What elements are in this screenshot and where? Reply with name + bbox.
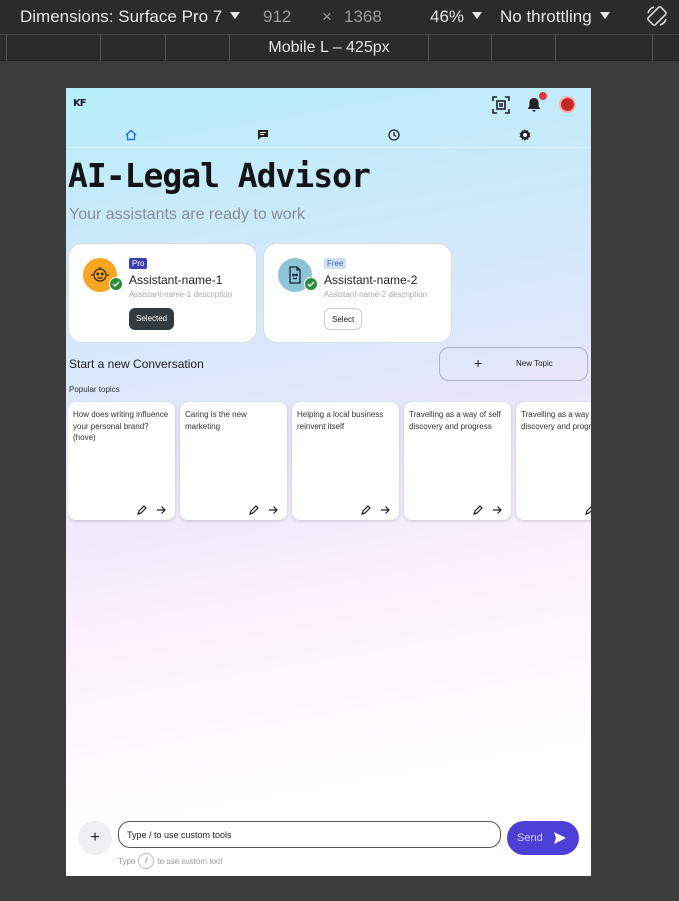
width-input[interactable]: 912 xyxy=(263,7,291,27)
topic-card[interactable]: Travelling as a way of self discovery an… xyxy=(404,402,511,520)
tab-settings[interactable] xyxy=(517,127,533,143)
assistant-card-1[interactable]: Pro Assistant-name-1 Assistant-name-1 de… xyxy=(68,243,257,343)
tab-chat[interactable] xyxy=(255,127,271,143)
device-dimensions-dropdown[interactable]: Dimensions: Surface Pro 7 xyxy=(20,7,241,27)
page-title: AI-Legal Advisor xyxy=(68,156,371,195)
rotate-icon[interactable] xyxy=(645,4,669,33)
device-label: Dimensions: Surface Pro 7 xyxy=(20,7,223,26)
check-icon xyxy=(304,277,318,291)
topic-card[interactable]: Helping a local business reinvent itself xyxy=(292,402,399,520)
composer-hint: Type / to use custom tool xyxy=(118,853,222,869)
send-icon xyxy=(554,832,566,847)
assistant-description: Assistant-name-1 description xyxy=(129,290,233,299)
chevron-down-icon xyxy=(472,12,483,19)
zoom-dropdown[interactable]: 46% xyxy=(430,7,483,27)
assistant-description: Assistant-name-2 description xyxy=(324,290,428,299)
send-label: Send xyxy=(517,832,543,844)
throttling-label: No throttling xyxy=(500,7,592,26)
logo[interactable]: KF xyxy=(73,98,87,109)
composer: + Send Type / to use custom tool xyxy=(66,816,591,876)
arrow-right-icon[interactable] xyxy=(155,504,167,516)
home-icon xyxy=(125,129,137,141)
new-topic-label: New Topic xyxy=(516,359,553,368)
tab-history[interactable] xyxy=(386,127,402,143)
assistant-name: Assistant-name-2 xyxy=(324,273,418,287)
send-button[interactable]: Send xyxy=(507,821,579,855)
slash-key: / xyxy=(138,853,155,869)
arrow-right-icon[interactable] xyxy=(491,504,503,516)
plus-icon: + xyxy=(90,829,100,846)
add-attachment-button[interactable]: + xyxy=(78,821,112,855)
topic-text: Travelling as a way of self discovery an… xyxy=(521,410,591,431)
check-icon xyxy=(109,277,123,291)
page-subtitle: Your assistants are ready to work xyxy=(69,206,305,223)
height-input[interactable]: 1368 xyxy=(344,7,382,27)
start-conversation-label: Start a new Conversation xyxy=(69,357,204,371)
edit-icon[interactable] xyxy=(584,504,591,516)
scan-icon[interactable] xyxy=(490,94,512,116)
edit-icon[interactable] xyxy=(136,504,148,516)
topic-card[interactable]: Caring is the new marketing xyxy=(180,402,287,520)
new-topic-button[interactable]: + New Topic xyxy=(439,347,588,381)
topic-card[interactable]: Travelling as a way of self discovery an… xyxy=(516,402,591,520)
assistant-card-2[interactable]: Free Assistant-name-2 Assistant-name-2 d… xyxy=(263,243,452,343)
topic-carousel[interactable]: How does writing influence your personal… xyxy=(68,401,591,523)
tier-badge-pro: Pro xyxy=(129,258,148,269)
avatar[interactable] xyxy=(559,96,576,113)
topic-text: Helping a local business reinvent itself xyxy=(297,410,384,431)
select-button[interactable]: Select xyxy=(324,308,363,330)
device-viewport: KF AI-Legal Advisor Your assistants are … xyxy=(66,88,591,876)
topic-text: Caring is the new marketing xyxy=(185,410,247,431)
tier-badge-free: Free xyxy=(324,258,347,269)
arrow-right-icon[interactable] xyxy=(267,504,279,516)
assistant-name: Assistant-name-1 xyxy=(129,273,223,287)
topic-text: Travelling as a way of self discovery an… xyxy=(409,410,501,431)
chat-icon xyxy=(258,130,268,140)
tab-home[interactable] xyxy=(123,127,139,143)
notification-badge xyxy=(539,92,547,100)
chevron-down-icon xyxy=(599,12,610,19)
mobile-l-breakpoint[interactable]: Mobile L – 425px xyxy=(229,35,429,61)
device-ruler: Mobile L – 425px xyxy=(0,34,679,61)
throttling-dropdown[interactable]: No throttling xyxy=(500,7,610,27)
edit-icon[interactable] xyxy=(360,504,372,516)
plus-icon: + xyxy=(474,355,483,371)
devtools-toolbar: Dimensions: Surface Pro 7 912 × 1368 46%… xyxy=(0,0,679,34)
chevron-down-icon xyxy=(230,12,241,19)
topic-text: How does writing influence your personal… xyxy=(73,410,169,442)
hint-prefix: Type xyxy=(118,856,136,866)
settings-icon xyxy=(519,129,531,141)
edit-icon[interactable] xyxy=(472,504,484,516)
topic-card[interactable]: How does writing influence your personal… xyxy=(68,402,175,520)
nav-tabs xyxy=(66,122,591,148)
arrow-right-icon[interactable] xyxy=(379,504,391,516)
hint-suffix: to use custom tool xyxy=(157,856,223,866)
history-icon xyxy=(388,129,400,141)
app-bar: KF xyxy=(66,88,591,122)
message-input[interactable] xyxy=(118,821,501,848)
zoom-label: 46% xyxy=(430,7,465,26)
popular-topics-label: Popular topics xyxy=(69,385,120,394)
selected-button[interactable]: Selected xyxy=(129,308,175,330)
edit-icon[interactable] xyxy=(248,504,260,516)
times-separator: × xyxy=(322,7,332,26)
notifications-icon[interactable] xyxy=(523,92,547,116)
